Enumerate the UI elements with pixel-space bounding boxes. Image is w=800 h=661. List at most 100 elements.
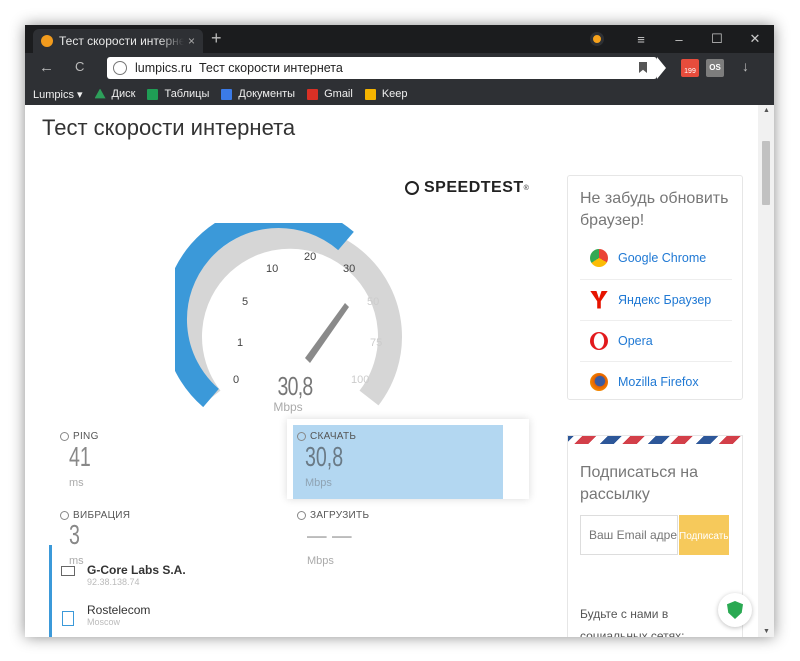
scrollbar-thumb[interactable] [762,141,770,205]
gauge-tick: 20 [304,251,316,263]
firefox-icon [590,372,608,391]
address-bar-arrow [657,57,666,79]
address-domain: lumpics.ru [135,61,192,75]
bookmark-label: Lumpics ▾ [33,88,83,101]
maximize-button[interactable]: ☐ [698,31,736,47]
gauge-tick: 50 [367,296,379,308]
minimize-button[interactable]: – [660,32,698,47]
speedtest-logo: SPEEDTEST ® [405,179,529,197]
browser-label: Opera [618,333,653,348]
tab-bar: Тест скорости интернета × + ≡ – ☐ ✕ [25,25,774,53]
page-content: Тест скорости интернета SPEEDTEST ® 0 1 5… [25,105,758,637]
gauge-value: 30,8 [277,371,314,401]
link-mozilla-firefox[interactable]: Mozilla Firefox [580,361,732,401]
browser-window: Тест скорости интернета × + ≡ – ☐ ✕ ← C … [25,25,774,637]
subscribe-button[interactable]: Подписаться [679,515,739,555]
reload-button[interactable]: C [75,59,84,74]
gmail-icon [307,88,319,100]
upload-value: — — [307,519,352,550]
bookmark-disk[interactable]: Диск [94,88,136,100]
back-button[interactable]: ← [39,59,54,76]
tab-close-button[interactable]: × [188,34,195,48]
os-extension-icon[interactable]: OS [706,59,724,77]
gauge-tick: 10 [266,263,278,275]
gauge-tick: 1 [237,337,243,349]
gauge-tick: 75 [370,337,382,349]
subscribe-title: Подписаться на рассылку [580,464,699,503]
social-text: Будьте с нами в социальных сетях: [580,607,685,637]
tab-title: Тест скорости интернета [59,34,184,48]
bookmark-label: Gmail [324,88,353,100]
chrome-icon [590,249,608,267]
download-panel: СКАЧАТЬ 30,8 Mbps [287,419,529,499]
bookmark-label: Keep [381,88,408,100]
server-name: Rostelecom [87,603,151,617]
subscribe-card: Подписаться на рассылку Подписаться Будь… [567,435,743,637]
security-badge[interactable] [718,593,752,627]
email-field[interactable] [580,515,678,555]
page-scrollbar[interactable]: ▲ ▼ [758,105,774,637]
gauge-tick: 100 [351,374,369,386]
scroll-up-icon[interactable]: ▲ [763,107,770,114]
download-unit: Mbps [305,477,332,489]
bookmark-lumpics[interactable]: Lumpics ▾ [33,88,83,101]
server-accent-bar [49,545,52,637]
menu-icon[interactable]: ≡ [622,32,660,47]
speedtest-trademark: ® [523,184,530,192]
jitter-icon [60,511,69,520]
gauge-tick: 5 [242,296,248,308]
server-icon [62,611,74,626]
download-icon [297,432,306,441]
gauge-unit: Mbps [273,400,303,414]
globe-icon [113,61,127,75]
site-favicon-icon [41,35,53,47]
upload-icon [297,511,306,520]
bookmark-label: Таблицы [164,88,210,100]
close-window-button[interactable]: ✕ [736,31,774,47]
address-page-title: Тест скорости интернета [198,61,343,75]
new-tab-button[interactable]: + [211,28,222,49]
browser-label: Mozilla Firefox [618,374,699,389]
update-browser-title: Не забудь обновить браузер! [580,190,729,229]
extension-icon[interactable] [590,32,604,46]
browser-label: Google Chrome [618,251,707,265]
gauge-tick: 0 [233,374,239,386]
update-browser-card: Не забудь обновить браузер! Google Chrom… [567,175,743,400]
gauge-tick: 30 [343,263,355,275]
download-value: 30,8 [305,441,344,472]
navigation-bar: ← C lumpics.ru Тест скорости интернета 1… [25,53,774,83]
address-bar[interactable]: lumpics.ru Тест скорости интернета [107,57,657,79]
link-opera[interactable]: Opera [580,320,732,360]
upload-unit: Mbps [307,555,334,567]
server-city: Moscow [87,617,121,627]
speedtest-gauge-icon [405,181,419,195]
tab-active[interactable]: Тест скорости интернета × [33,29,203,53]
jitter-value: 3 [69,519,80,550]
keep-icon [364,88,376,100]
airmail-border [568,436,742,444]
bookmark-label: Диск [111,88,136,100]
bookmark-gmail[interactable]: Gmail [307,88,353,100]
link-google-chrome[interactable]: Google Chrome [580,238,732,278]
shield-icon [727,601,743,619]
bookmark-label: Документы [238,88,296,100]
bookmarks-bar: Lumpics ▾ Диск Таблицы Документы Gmail K… [25,83,774,105]
isp-ip: 92.38.138.74 [87,577,140,587]
mail-count: 199 [684,68,696,75]
bookmark-keep[interactable]: Keep [364,88,408,100]
isp-name: G-Core Labs S.A. [87,563,186,577]
scroll-down-icon[interactable]: ▼ [763,628,770,635]
link-yandex-browser[interactable]: Яндекс Браузер [580,279,732,319]
bookmark-docs[interactable]: Документы [221,88,295,100]
ping-icon [60,432,69,441]
bookmark-sheets[interactable]: Таблицы [147,88,209,100]
ping-value: 41 [69,441,91,472]
opera-icon [590,331,608,350]
browser-label: Яндекс Браузер [618,292,712,307]
gauge-needle [305,303,349,363]
mail-extension-icon[interactable]: 199 [681,59,699,77]
laptop-icon [61,566,75,576]
ping-unit: ms [69,477,84,489]
bookmark-icon[interactable] [639,62,647,73]
downloads-button[interactable]: ↓ [742,58,749,74]
